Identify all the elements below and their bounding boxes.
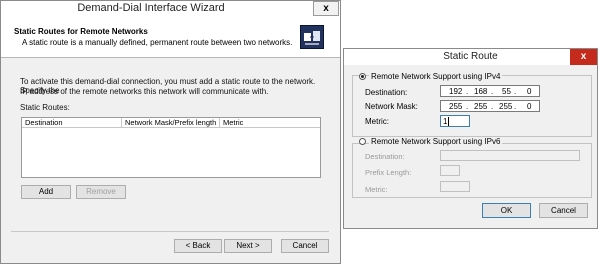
ipv6-destination-input[interactable]: [440, 150, 580, 161]
mask-octet-3: 255: [499, 102, 513, 111]
add-button[interactable]: Add: [21, 185, 71, 199]
wizard-cancel-button[interactable]: Cancel: [281, 239, 329, 253]
ipv6-metric-input[interactable]: [440, 181, 470, 192]
ok-button[interactable]: OK: [482, 203, 531, 218]
metric-label: Metric:: [365, 117, 389, 126]
destination-octet-4: 0: [527, 87, 532, 96]
column-header-destination[interactable]: Destination: [22, 118, 122, 128]
static-routes-list[interactable]: Destination Network Mask/Prefix length M…: [21, 117, 321, 178]
static-route-cancel-button[interactable]: Cancel: [539, 203, 588, 218]
wizard-instructions-line2: IP address of the remote networks this n…: [20, 87, 269, 96]
octet-dot: .: [491, 102, 494, 111]
prefix-length-label: Prefix Length:: [365, 168, 412, 177]
back-button[interactable]: < Back: [174, 239, 222, 253]
remove-button[interactable]: Remove: [76, 185, 126, 199]
ipv4-radio[interactable]: [359, 73, 366, 80]
network-mask-label: Network Mask:: [365, 102, 418, 111]
static-route-title: Static Route: [443, 51, 498, 62]
network-route-icon: [300, 25, 324, 49]
text-cursor: [448, 117, 449, 126]
column-header-metric[interactable]: Metric: [220, 118, 320, 128]
mask-octet-2: 255: [474, 102, 488, 111]
mask-octet-4: 0: [527, 102, 532, 111]
octet-dot: .: [514, 102, 517, 111]
wizard-window: Demand-Dial Interface Wizard x Static Ro…: [0, 0, 341, 264]
octet-dot: .: [491, 87, 494, 96]
mask-octet-1: 255: [449, 102, 463, 111]
ipv4-radio-label[interactable]: Remote Network Support using IPv4: [369, 72, 503, 81]
wizard-header: Static Routes for Remote Networks A stat…: [1, 17, 340, 58]
network-mask-input[interactable]: 255 . 255 . 255 . 0: [440, 100, 540, 112]
wizard-title: Demand-Dial Interface Wizard: [77, 2, 225, 14]
static-route-title-bar: Static Route x: [344, 49, 597, 65]
wizard-header-subtitle: A static route is a manually defined, pe…: [22, 38, 293, 47]
metric-value: 1: [443, 117, 448, 126]
octet-dot: .: [466, 87, 469, 96]
wizard-title-bar: Demand-Dial Interface Wizard x: [1, 1, 340, 17]
static-routes-label: Static Routes:: [20, 103, 70, 112]
ipv6-radio[interactable]: [359, 138, 366, 145]
destination-octet-3: 55: [502, 87, 511, 96]
octet-dot: .: [466, 102, 469, 111]
wizard-separator: [11, 231, 329, 232]
octet-dot: .: [514, 87, 517, 96]
static-route-dialog: Static Route x Remote Network Support us…: [343, 48, 598, 229]
wizard-close-button[interactable]: x: [313, 1, 339, 16]
column-header-network-mask[interactable]: Network Mask/Prefix length: [122, 118, 220, 128]
static-route-close-button[interactable]: x: [570, 49, 597, 65]
destination-octet-1: 192: [449, 87, 463, 96]
ipv6-metric-label: Metric:: [365, 185, 388, 194]
next-button[interactable]: Next >: [224, 239, 272, 253]
destination-label: Destination:: [365, 88, 408, 97]
destination-ip-input[interactable]: 192 . 168 . 55 . 0: [440, 85, 540, 97]
destination-octet-2: 168: [474, 87, 488, 96]
prefix-length-input[interactable]: [440, 165, 460, 176]
ipv6-destination-label: Destination:: [365, 152, 405, 161]
metric-input[interactable]: 1: [440, 115, 470, 127]
ipv6-radio-label[interactable]: Remote Network Support using IPv6: [369, 137, 503, 146]
wizard-header-title: Static Routes for Remote Networks: [14, 27, 148, 36]
